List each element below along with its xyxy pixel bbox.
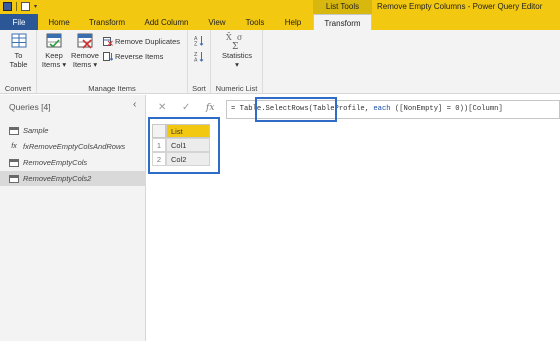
save-icon[interactable]	[3, 2, 12, 11]
sort-group: AZ ZA Sort	[188, 30, 211, 94]
queries-header: Queries [4]	[9, 102, 51, 112]
toolbar-divider	[16, 2, 17, 11]
manage-items-group-label: Manage Items	[88, 84, 136, 93]
contextual-group-label: List Tools	[313, 0, 372, 14]
sort-descending-icon[interactable]: ZA	[194, 51, 204, 62]
title-bar: ▾ List Tools Remove Empty Columns - Powe…	[0, 0, 560, 14]
remove-items-label-1: Remove	[71, 51, 99, 60]
tab-transform[interactable]: Transform	[79, 14, 135, 30]
tab-help[interactable]: Help	[274, 14, 312, 30]
tab-list-tools-transform[interactable]: Transform	[313, 14, 372, 30]
reverse-items-icon	[103, 52, 114, 61]
remove-items-icon	[75, 32, 95, 50]
to-table-button[interactable]: To Table	[4, 32, 33, 69]
function-icon: fx	[11, 143, 17, 150]
tab-tools[interactable]: Tools	[236, 14, 274, 30]
tab-add-column[interactable]: Add Column	[135, 14, 198, 30]
numeric-list-group-label: Numeric List	[215, 84, 258, 93]
to-table-icon	[9, 32, 29, 50]
svg-text:A: A	[194, 58, 198, 63]
svg-text:Σ: Σ	[232, 42, 238, 50]
remove-duplicates-icon	[103, 37, 113, 46]
query-item-selected[interactable]: RemoveEmptyCols2	[0, 171, 146, 186]
query-item-label: Sample	[23, 126, 49, 135]
grid-highlight-box	[148, 117, 220, 174]
sort-group-label: Sort	[192, 84, 206, 93]
statistics-button[interactable]: X̄ σ Σ Statistics ▾	[217, 32, 257, 69]
table-icon	[9, 174, 19, 183]
query-item-label: RemoveEmptyCols2	[23, 174, 92, 183]
statistics-dropdown-icon: ▾	[235, 60, 239, 69]
query-item[interactable]: Sample	[0, 123, 146, 138]
table-icon	[9, 158, 19, 167]
statistics-label: Statistics	[221, 51, 252, 60]
remove-duplicates-label: Remove Duplicates	[115, 37, 181, 46]
query-item[interactable]: fx fxRemoveEmptyColsAndRows	[0, 139, 146, 154]
tab-view[interactable]: View	[198, 14, 236, 30]
tab-file[interactable]: File	[0, 14, 38, 30]
remove-duplicates-button[interactable]: Remove Duplicates	[103, 37, 180, 46]
query-item-label: fxRemoveEmptyColsAndRows	[23, 142, 126, 151]
to-table-label-2: Table	[9, 60, 28, 69]
table-icon	[9, 126, 19, 135]
query-item[interactable]: RemoveEmptyCols	[0, 155, 146, 170]
svg-text:Z: Z	[194, 42, 198, 47]
keep-items-label-1: Keep	[45, 51, 63, 60]
ribbon: To Table Convert Keep Items ▾ Remove Ite…	[0, 30, 560, 94]
numeric-list-group: X̄ σ Σ Statistics ▾ Numeric List	[211, 30, 263, 94]
to-table-label-1: To	[14, 51, 23, 60]
reverse-items-label: Reverse Items	[115, 52, 164, 61]
svg-text:σ: σ	[237, 33, 243, 42]
ribbon-tabs: File Home Transform Add Column View Tool…	[0, 14, 560, 30]
query-item-label: RemoveEmptyCols	[23, 158, 88, 167]
convert-group-label: Convert	[4, 84, 32, 93]
cancel-formula-icon[interactable]: ✕	[158, 102, 166, 113]
keep-items-icon	[44, 32, 64, 50]
collapse-pane-icon[interactable]: ‹	[133, 99, 136, 110]
svg-text:X̄: X̄	[226, 33, 232, 42]
keep-items-label-2: Items ▾	[41, 60, 67, 69]
manage-items-group: Keep Items ▾ Remove Items ▾ Remove Dupli…	[37, 30, 188, 94]
formula-highlight-box	[255, 97, 337, 122]
customize-toolbar-dropdown-icon[interactable]: ▾	[34, 3, 37, 10]
tab-home[interactable]: Home	[39, 14, 79, 30]
keep-items-button[interactable]: Keep Items ▾	[40, 32, 68, 69]
undo-icon[interactable]	[21, 2, 30, 11]
convert-group: To Table Convert	[0, 30, 37, 94]
remove-items-label-2: Items ▾	[72, 60, 98, 69]
window-title: Remove Empty Columns - Power Query Edito…	[377, 2, 543, 11]
reverse-items-button[interactable]: Reverse Items	[103, 52, 163, 61]
remove-items-button[interactable]: Remove Items ▾	[69, 32, 101, 69]
sort-ascending-icon[interactable]: AZ	[194, 35, 204, 46]
statistics-icon: X̄ σ Σ	[225, 32, 249, 52]
commit-formula-icon[interactable]: ✓	[182, 102, 190, 113]
fx-icon[interactable]: fx	[206, 103, 214, 113]
queries-pane: Queries [4] ‹ Sample fx fxRemoveEmptyCol…	[0, 95, 146, 341]
quick-access-toolbar: ▾	[3, 2, 37, 11]
